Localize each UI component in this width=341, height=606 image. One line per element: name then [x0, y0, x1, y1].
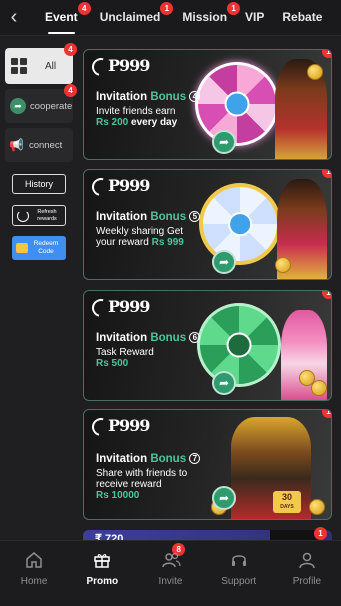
card-badge: 1 [322, 50, 331, 58]
share-button[interactable]: ➦ [212, 486, 236, 510]
top-tab-bar: ‹ Event 4 Unclaimed 1 Mission 1 VIP Reba… [0, 0, 341, 36]
card-description: your reward Rs 999 [96, 237, 184, 248]
share-button[interactable]: ➦ [212, 250, 236, 274]
coin-icon [311, 380, 327, 396]
card-reward: Rs 10000 [96, 490, 140, 501]
nav-home[interactable]: Home [0, 541, 68, 606]
promo-card-invitation-4[interactable]: 1 P999 Invitation Bonus 4 Invite friends… [83, 49, 332, 160]
profile-icon [299, 552, 315, 569]
sidebar-item-connect[interactable]: 📢 connect [5, 128, 73, 162]
card-description: Task Reward [96, 347, 154, 358]
card-badge: 1 [314, 527, 327, 540]
card-badge: 1 [322, 410, 331, 418]
card-title: Invitation Bonus 6 [96, 332, 201, 344]
card-reward: Rs 200 every day [96, 117, 178, 128]
nav-label: Promo [86, 576, 119, 587]
card-badge: 1 [322, 291, 331, 299]
sidebar-item-label: connect [28, 139, 63, 151]
refresh-icon [17, 209, 29, 222]
card-description: receive reward [96, 479, 162, 490]
spin-wheel-image [197, 303, 281, 387]
refresh-label: Refresh rewards [37, 208, 57, 222]
nav-invite[interactable]: Invite [136, 541, 204, 606]
bottom-nav: Home Promo 8 Invite Support Profile [0, 540, 341, 606]
coin-icon [309, 499, 325, 515]
tab-badge: 4 [77, 1, 91, 15]
sidebar-item-cooperate[interactable]: ➦ cooperate 4 [5, 84, 77, 123]
sidebar-item-label: All [45, 60, 57, 72]
brand-logo: P999 [108, 416, 150, 435]
brand-logo: P999 [108, 56, 150, 75]
spin-wheel-image [199, 183, 281, 265]
promo-card-invitation-6[interactable]: 1 P999 Invitation Bonus 6 Task Reward Rs… [83, 290, 332, 401]
sidebar-item-all[interactable]: All 4 [5, 43, 77, 84]
tab-vip[interactable]: VIP [238, 0, 271, 36]
nav-label: Home [20, 576, 48, 587]
headset-icon [231, 555, 246, 566]
back-arrow-icon[interactable]: ‹ [2, 6, 26, 29]
card-title: Invitation Bonus 7 [96, 453, 201, 465]
brand-logo: P999 [108, 176, 150, 195]
nav-support[interactable]: Support [205, 541, 273, 606]
tab-unclaimed[interactable]: Unclaimed 1 [93, 0, 174, 36]
days-badge: 30 DAYS [273, 491, 301, 513]
home-icon [26, 552, 42, 568]
tab-badge: 1 [160, 1, 174, 15]
share-button[interactable]: ➦ [212, 371, 236, 395]
card-badge: 1 [322, 170, 331, 178]
tab-label: Mission [182, 9, 228, 24]
sidebar-item-label: cooperate [30, 100, 73, 112]
promo-screen: ‹ Event 4 Unclaimed 1 Mission 1 VIP Reba… [0, 0, 341, 606]
nav-label: Profile [292, 576, 322, 587]
tab-mission[interactable]: Mission 1 [175, 0, 241, 36]
gift-icon [94, 554, 111, 568]
tab-label: Rebate [282, 9, 323, 24]
sidebar-badge: 4 [64, 43, 77, 56]
nav-label: Support [221, 576, 257, 587]
ticket-icon [16, 243, 28, 253]
redeem-code-button[interactable]: Redeem Code [12, 236, 66, 260]
history-button[interactable]: History [12, 174, 66, 194]
card-reward: Rs 500 [96, 358, 129, 369]
megaphone-icon: 📢 [9, 138, 24, 152]
promo-card-invitation-7[interactable]: 1 P999 30 DAYS Invitation Bonus 7 Share … [83, 409, 332, 520]
tab-label: VIP [245, 9, 265, 24]
users-icon [161, 552, 181, 568]
sidebar-badge: 4 [64, 84, 77, 97]
coin-icon [307, 64, 323, 80]
card-title: Invitation Bonus 4 [96, 91, 201, 103]
brand-logo: P999 [108, 297, 150, 316]
coin-icon [275, 257, 291, 273]
spin-wheel-image [195, 62, 279, 146]
tab-rebate[interactable]: Rebate [275, 0, 329, 36]
nav-label: Invite [158, 576, 183, 587]
grid-icon [11, 58, 27, 74]
card-description: Invite friends earn [96, 106, 176, 117]
card-title: Invitation Bonus 5 [96, 211, 201, 223]
nav-promo[interactable]: Promo 8 [68, 541, 186, 606]
redeem-label: Redeem Code [33, 240, 59, 255]
card-description: Weekly sharing Get [96, 226, 184, 237]
tab-label: Unclaimed [99, 9, 161, 24]
tab-label: Event [45, 9, 78, 24]
share-button[interactable]: ➦ [212, 130, 236, 154]
promo-card-invitation-5[interactable]: 1 P999 Invitation Bonus 5 Weekly sharing… [83, 169, 332, 280]
tab-event[interactable]: Event 4 [38, 0, 91, 36]
card-description: Share with friends to [96, 468, 188, 479]
refresh-rewards-button[interactable]: Refresh rewards [12, 205, 66, 226]
nav-profile[interactable]: Profile [273, 541, 341, 606]
share-icon: ➦ [10, 98, 26, 114]
